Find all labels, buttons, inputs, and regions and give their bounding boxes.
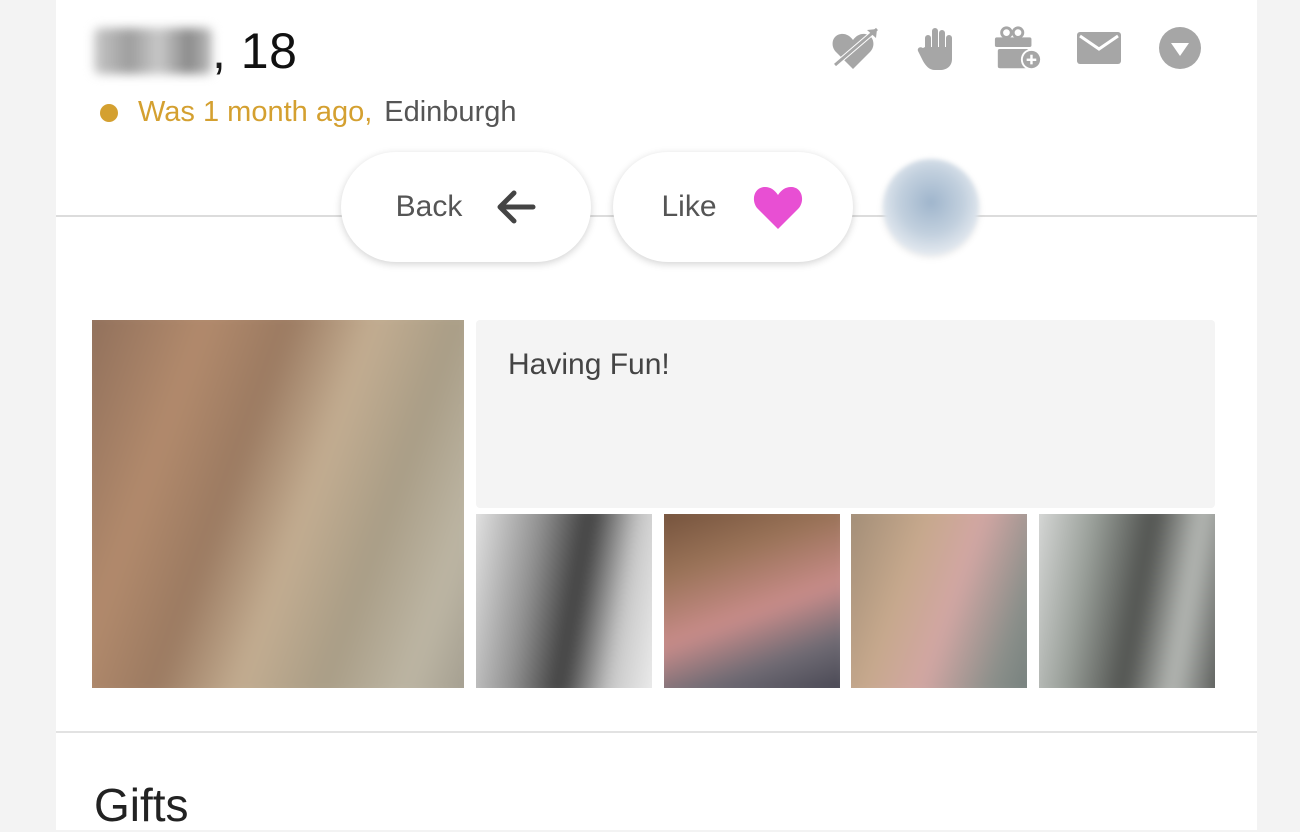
photo-thumbnail[interactable] [851,514,1028,688]
thumbnail-image [1038,514,1215,688]
location-text: Edinburgh [384,96,517,128]
profile-name-row: , 18 [94,22,297,82]
photo-thumbnail[interactable] [476,514,652,688]
back-button-label: Back [395,190,463,223]
mail-icon[interactable] [1074,22,1124,74]
gifts-section-title: Gifts [94,779,189,831]
like-button[interactable]: Like [613,152,853,262]
profile-name-blurred [94,28,212,74]
profile-name-age: , 18 [212,23,298,79]
arrow-left-icon [497,190,536,224]
thumbnail-image [851,514,1028,688]
about-text: Having Fun! [508,348,670,381]
heart-arrow-icon[interactable] [831,22,881,74]
dropdown-icon[interactable] [1155,22,1205,74]
online-status-row: Was 1 month ago, Edinburgh [100,96,516,129]
like-button-label: Like [661,190,717,223]
profile-actions: Back Like [341,152,979,262]
photo-thumbnails [476,514,1215,688]
last-seen-text: Was 1 month ago, [138,96,373,128]
section-divider [56,731,1257,733]
photo-thumbnail[interactable] [1038,514,1215,688]
thumbnail-image [476,514,652,688]
photo-thumbnail[interactable] [663,514,840,688]
back-button[interactable]: Back [341,152,591,262]
gift-add-icon[interactable] [993,22,1043,74]
profile-card: , 18 Was 1 month ago, Edinburgh Back Lik… [56,0,1257,831]
thumbnail-image [663,514,840,688]
wave-hand-icon[interactable] [912,22,962,74]
main-photo-image [92,320,464,688]
about-box: Having Fun! [476,320,1215,508]
avatar[interactable] [883,159,979,255]
main-profile-photo[interactable] [92,320,464,688]
heart-icon [753,186,802,229]
profile-action-icons [800,22,1205,74]
status-dot [100,103,118,122]
